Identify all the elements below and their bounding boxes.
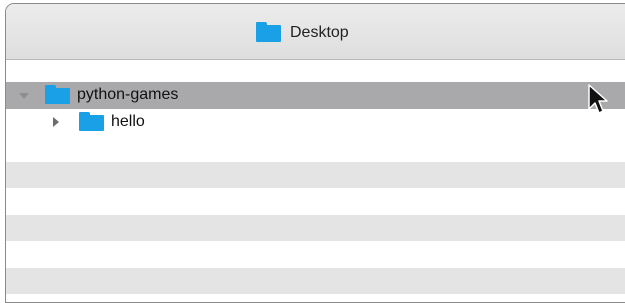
window-title: Desktop: [256, 21, 349, 45]
empty-row: [6, 267, 625, 294]
empty-row: [6, 214, 625, 241]
tree-item-label: python-games: [77, 86, 179, 103]
empty-row: [6, 135, 625, 162]
tree-row-hello[interactable]: hello: [6, 109, 625, 136]
window-title-text: Desktop: [290, 24, 349, 41]
disclosure-triangle-collapsed-icon[interactable]: [53, 116, 59, 127]
tree-row-python-games[interactable]: python-games: [6, 82, 625, 109]
folder-icon: [45, 85, 70, 104]
empty-row: [6, 241, 625, 268]
folder-icon: [256, 21, 281, 42]
title-bar[interactable]: Desktop: [6, 4, 625, 60]
file-tree: python-games hello: [6, 82, 625, 294]
tree-item-label: hello: [111, 112, 145, 130]
finder-window: Desktop python-games hello: [5, 3, 625, 303]
folder-icon: [79, 111, 104, 131]
empty-row: [6, 188, 625, 215]
disclosure-triangle-expanded-icon[interactable]: [19, 93, 29, 99]
empty-row: [6, 161, 625, 188]
mouse-pointer-icon: [588, 84, 608, 114]
